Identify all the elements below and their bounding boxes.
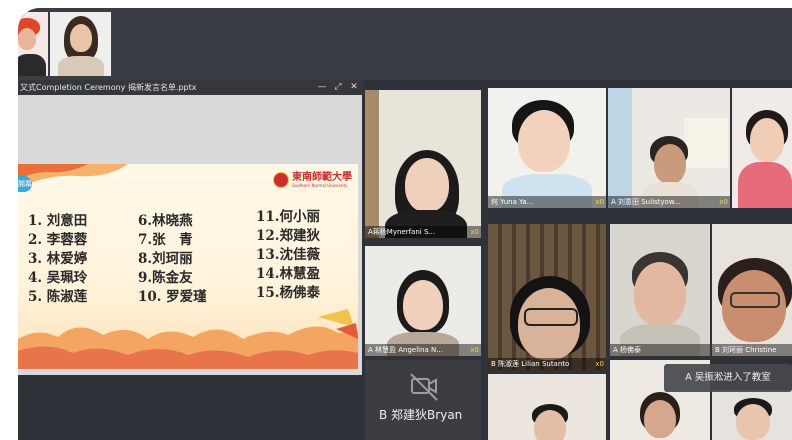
speaker-name: 5. 陈淑莲 (28, 289, 88, 305)
participant-name-label: A 刘意田 Sulistyow... x0 (608, 196, 730, 208)
speaker-name: 4. 吴珮玲 (28, 270, 88, 286)
thumb-participant-1[interactable] (18, 12, 48, 76)
trophy-badge-icon: x0 (595, 360, 604, 368)
join-notification-toast: A 吴振淞进入了教室 (664, 364, 792, 392)
speaker-name: 11.何小丽 (256, 209, 320, 225)
participant-name-label: A蒋杨Mynerfani S... x0 (365, 226, 481, 238)
video-tile-participant[interactable]: A 刘意田 Sulistyow... x0 (608, 88, 730, 208)
video-tile-participant[interactable] (732, 88, 792, 208)
trophy-badge-icon: x0 (470, 346, 479, 354)
video-tile-participant[interactable]: B 陈淑莲 Lilian Sutanto x0 (488, 224, 606, 370)
camera-off-participant-name: B 郑建狄Bryan (379, 408, 463, 422)
trophy-badge-icon: x0 (470, 228, 479, 236)
speaker-name: 1. 刘意田 (28, 213, 88, 229)
participant-name-label: 何 Yuna Ya... x0 (488, 196, 606, 208)
trophy-badge-icon: x0 (719, 198, 728, 206)
minimize-button[interactable]: — (314, 80, 330, 95)
participant-name-label: B 刘珂丽 Christine (712, 344, 792, 356)
participant-name-label: A 林慧盈 Angelina N... x0 (365, 344, 481, 356)
trophy-badge-icon: x0 (595, 198, 604, 206)
participant-name-label: A 杨佛泰 (610, 344, 710, 356)
slide-top-banner-graphic (18, 164, 128, 188)
thumb-participant-2[interactable] (50, 12, 111, 76)
speaker-list-column-2: 6.林晓燕 7.张 青 8.刘珂丽 9.陈金友 10. 罗爱瑾 (138, 212, 207, 307)
speaker-name: 7.张 青 (138, 232, 193, 248)
speaker-name: 2. 李蓉蓉 (28, 232, 88, 248)
logo-subtitle: Southern Normal University (292, 182, 348, 188)
participant-name-label: B 陈淑莲 Lilian Sutanto x0 (488, 358, 606, 370)
university-logo: 東南師範大學 Southern Normal University (273, 172, 352, 188)
logo-title: 東南師範大學 (292, 171, 352, 183)
video-tile-participant[interactable]: A 杨佛泰 (610, 224, 710, 356)
restore-button[interactable]: ⤢ (330, 80, 346, 95)
speaker-name: 13.沈佳薇 (256, 247, 320, 263)
seal-icon (273, 172, 289, 188)
speaker-name: 10. 罗爱瑾 (138, 289, 207, 305)
speaker-name: 12.郑建狄 (256, 228, 320, 244)
speaker-name: 14.林慧盈 (256, 266, 320, 282)
video-tile-participant[interactable]: 何 Yuna Ya... x0 (488, 88, 606, 208)
video-tile-participant[interactable]: A 林慧盈 Angelina N... x0 (365, 246, 481, 356)
video-tile-participant[interactable] (488, 374, 606, 440)
speaker-name: 9.陈金友 (138, 270, 193, 286)
top-thumbnail-strip (18, 8, 792, 80)
presentation-title: 又式Completion Ceremony 揭新发言名单.pptx (18, 80, 364, 95)
close-button[interactable]: ✕ (346, 80, 362, 95)
video-tile-camera-off[interactable]: B 郑建狄Bryan (365, 360, 481, 440)
video-tile-participant[interactable]: A蒋杨Mynerfani S... x0 (365, 90, 481, 238)
speaker-name: 15.杨佛泰 (256, 285, 320, 301)
presentation-window[interactable]: 又式Completion Ceremony 揭新发言名单.pptx — ⤢ ✕ … (18, 80, 364, 375)
video-tile-participant[interactable]: B 刘珂丽 Christine (712, 224, 792, 356)
camera-off-icon (410, 373, 438, 401)
speaker-name: 8.刘珂丽 (138, 251, 193, 267)
speaker-name: 6.林晓燕 (138, 213, 193, 229)
speaker-list-column-1: 1. 刘意田 2. 李蓉蓉 3. 林爱婷 4. 吴珮玲 5. 陈淑莲 (28, 212, 87, 307)
video-tile-participant[interactable] (712, 390, 792, 440)
speaker-list-column-3: 11.何小丽 12.郑建狄 13.沈佳薇 14.林慧盈 15.杨佛泰 (256, 208, 320, 303)
speaker-name: 3. 林爱婷 (28, 251, 88, 267)
slide-canvas: 開幕 東南師範大學 Southern Normal University 1. … (18, 164, 358, 369)
crowd-silhouette-graphic (18, 309, 358, 369)
